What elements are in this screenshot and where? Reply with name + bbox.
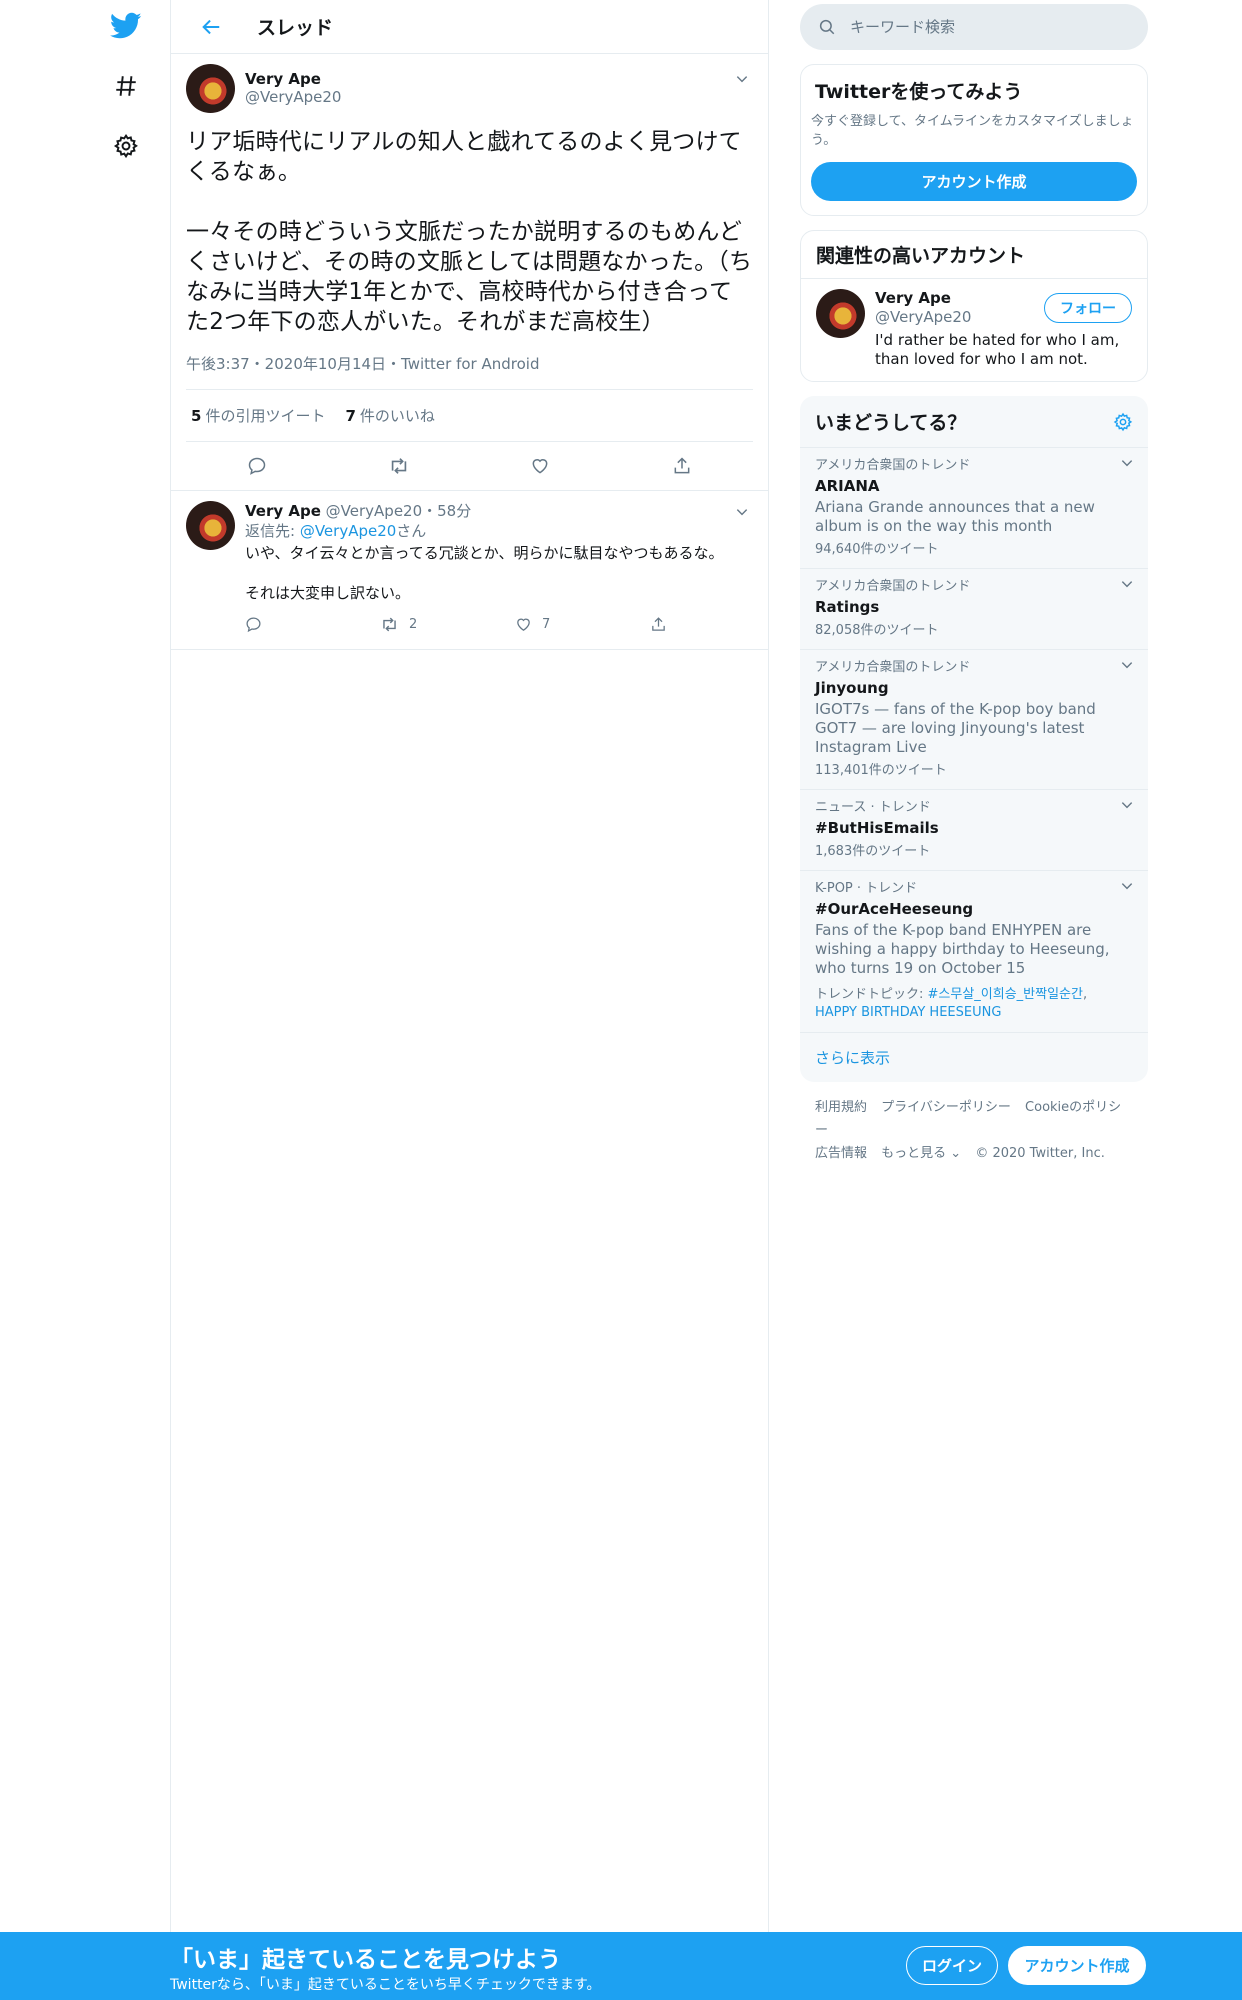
- reply-button[interactable]: [245, 616, 380, 633]
- author-name[interactable]: Very Ape: [245, 70, 341, 88]
- retweet-icon[interactable]: [379, 446, 419, 486]
- tweet-timestamp[interactable]: 午後3:37・2020年10月14日・Twitter for Android: [186, 353, 753, 390]
- chevron-down-icon[interactable]: [731, 501, 753, 523]
- more-link[interactable]: もっと見る ⌄: [881, 1146, 961, 1161]
- show-more-link[interactable]: さらに表示: [800, 1033, 1148, 1082]
- tweet-actions: [186, 442, 753, 490]
- signup-title: Twitterを使ってみよう: [815, 81, 1023, 103]
- chevron-down-icon[interactable]: [1120, 577, 1134, 591]
- reply-time[interactable]: ・58分: [422, 502, 471, 520]
- settings-gear-icon[interactable]: [1113, 412, 1133, 432]
- author-handle[interactable]: @VeryApe20: [245, 88, 341, 106]
- avatar[interactable]: [186, 64, 235, 113]
- bottom-signup-bar: 「いま」起きていることを見つけよう Twitterなら、「いま」起きていることを…: [0, 1932, 1242, 2000]
- main-column: スレッド Very Ape @VeryApe20 リア垢時代にリアルの知人と戯れ…: [170, 0, 769, 1932]
- tweet-author: Very Ape @VeryApe20: [186, 64, 753, 113]
- retweet-count: 2: [409, 616, 418, 632]
- twitter-logo-icon[interactable]: [100, 0, 152, 52]
- avatar[interactable]: [816, 289, 865, 338]
- trend-item[interactable]: ニュース · トレンド #ButHisEmails 1,683件のツイート: [800, 790, 1148, 871]
- trend-item[interactable]: アメリカ合衆国のトレンド ARIANA Ariana Grande announ…: [800, 448, 1148, 569]
- bottom-bar-subtitle: Twitterなら、「いま」起きていることをいち早くチェックできます。: [170, 1977, 601, 1993]
- page-title: スレッド: [257, 17, 334, 39]
- follow-button[interactable]: フォロー: [1044, 293, 1132, 323]
- share-icon[interactable]: [662, 446, 702, 486]
- related-accounts-card: 関連性の高いアカウント Very Ape @VeryApe20 I'd rath…: [800, 230, 1148, 382]
- reply-tweet[interactable]: Very Ape @VeryApe20・58分 返信先: @VeryApe20さ…: [171, 491, 768, 650]
- trending-topics: トレンドトピック: #스무살_이희승_반짝일순간, HAPPY BIRTHDAY…: [815, 987, 1088, 1020]
- search-box[interactable]: [800, 4, 1148, 50]
- right-sidebar: Twitterを使ってみよう 今すぐ登録して、タイムラインをカスタマイズしましょ…: [800, 0, 1148, 1165]
- related-user-bio: I'd rather be hated for who I am, than l…: [875, 331, 1120, 368]
- thread-header: スレッド: [171, 0, 768, 54]
- author-name[interactable]: Very Ape: [245, 502, 321, 520]
- trend-item[interactable]: K-POP · トレンド #OurAceHeeseung Fans of the…: [800, 871, 1148, 1033]
- reply-icon[interactable]: [237, 446, 277, 486]
- terms-link[interactable]: 利用規約: [815, 1100, 867, 1115]
- privacy-link[interactable]: プライバシーポリシー: [881, 1100, 1011, 1115]
- related-user[interactable]: Very Ape @VeryApe20 I'd rather be hated …: [801, 279, 1147, 381]
- replying-to-link[interactable]: @VeryApe20: [300, 522, 396, 540]
- create-account-button[interactable]: アカウント作成: [811, 162, 1137, 201]
- author-handle[interactable]: @VeryApe20: [326, 502, 422, 520]
- quote-tweets-stat[interactable]: 5 件の引用ツイート: [191, 405, 325, 426]
- reply-actions: 2 7: [245, 609, 785, 639]
- trend-item[interactable]: アメリカ合衆国のトレンド Jinyoung IGOT7s — fans of t…: [800, 650, 1148, 790]
- share-button[interactable]: [650, 616, 785, 633]
- reply-header: Very Ape @VeryApe20・58分: [245, 501, 785, 521]
- footer-links: 利用規約 プライバシーポリシー Cookieのポリシー 広告情報 もっと見る ⌄…: [800, 1096, 1148, 1165]
- trending-topic-link[interactable]: HAPPY BIRTHDAY HEESEUNG: [815, 1005, 1001, 1020]
- trending-topic-link[interactable]: #스무살_이희승_반짝일순간: [928, 987, 1083, 1002]
- signup-description: 今すぐ登録して、タイムラインをカスタマイズしましょう。: [811, 114, 1134, 148]
- tweet-stats: 5 件の引用ツイート 7 件のいいね: [186, 390, 753, 442]
- chevron-down-icon[interactable]: [1120, 658, 1134, 672]
- back-arrow-icon[interactable]: [191, 7, 231, 47]
- like-count: 7: [542, 616, 551, 632]
- replying-to: 返信先: @VeryApe20さん: [245, 522, 427, 540]
- signup-card: Twitterを使ってみよう 今すぐ登録して、タイムラインをカスタマイズしましょ…: [800, 64, 1148, 216]
- like-heart-icon: [517, 618, 530, 631]
- share-icon: [652, 616, 665, 631]
- like-button[interactable]: 7: [515, 616, 650, 633]
- search-input[interactable]: [850, 18, 1110, 36]
- settings-gear-icon[interactable]: [100, 120, 152, 172]
- reply-icon: [246, 616, 261, 632]
- like-heart-icon[interactable]: [520, 446, 560, 486]
- trend-item[interactable]: アメリカ合衆国のトレンド Ratings 82,058件のツイート: [800, 569, 1148, 650]
- retweet-icon: [383, 617, 396, 631]
- chevron-down-icon[interactable]: [1120, 456, 1134, 470]
- search-icon: [819, 19, 835, 35]
- explore-hashtag-icon[interactable]: [100, 60, 152, 112]
- reply-text: いや、タイ云々とか言ってる冗談とか、明らかに駄目なやつもあるな。 それは大変申し…: [245, 544, 724, 602]
- trends-title: いまどうしてる？: [815, 412, 967, 434]
- chevron-down-icon[interactable]: [1120, 879, 1134, 893]
- chevron-down-icon[interactable]: [1120, 798, 1134, 812]
- retweet-button[interactable]: 2: [380, 615, 515, 634]
- chevron-down-icon[interactable]: [731, 68, 753, 90]
- copyright: © 2020 Twitter, Inc.: [975, 1146, 1105, 1161]
- bottom-bar-title: 「いま」起きていることを見つけよう: [170, 1947, 561, 1973]
- related-title: 関連性の高いアカウント: [801, 231, 1147, 279]
- login-button[interactable]: ログイン: [906, 1946, 998, 1985]
- trends-card: いまどうしてる？ アメリカ合衆国のトレンド ARIANA Ariana Gran…: [800, 396, 1148, 1082]
- focal-tweet: Very Ape @VeryApe20 リア垢時代にリアルの知人と戯れてるのよく…: [171, 54, 768, 491]
- likes-stat[interactable]: 7 件のいいね: [345, 405, 434, 426]
- avatar[interactable]: [186, 501, 235, 550]
- tweet-text: リア垢時代にリアルの知人と戯れてるのよく見つけてくるなぁ。 一々その時どういう文…: [186, 129, 753, 335]
- ads-info-link[interactable]: 広告情報: [815, 1146, 867, 1161]
- signup-button[interactable]: アカウント作成: [1008, 1946, 1146, 1985]
